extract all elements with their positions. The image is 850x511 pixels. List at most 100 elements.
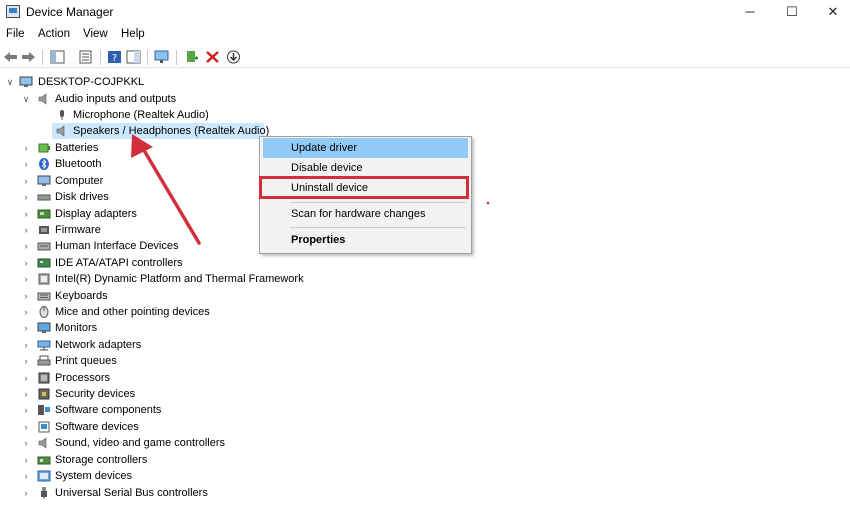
category-label: Mice and other pointing devices xyxy=(55,306,210,318)
device-label: Speakers / Headphones (Realtek Audio) xyxy=(73,125,270,137)
disk-drive-icon xyxy=(37,194,51,201)
chevron-right-icon[interactable]: › xyxy=(21,206,31,222)
category-label: Audio inputs and outputs xyxy=(55,93,177,105)
menu-help[interactable]: Help xyxy=(121,28,145,40)
chevron-right-icon[interactable]: › xyxy=(21,337,31,353)
category-label: Storage controllers xyxy=(55,454,148,466)
category-label: Sound, video and game controllers xyxy=(55,437,225,449)
monitor-icon xyxy=(37,175,51,186)
forward-arrow-icon[interactable] xyxy=(21,50,36,64)
printer-icon xyxy=(37,355,51,366)
category-label: Network adapters xyxy=(55,339,142,351)
speaker-icon xyxy=(56,125,65,137)
category-label: Intel(R) Dynamic Platform and Thermal Fr… xyxy=(55,273,304,285)
chevron-right-icon[interactable]: › xyxy=(21,238,31,254)
chevron-right-icon[interactable]: › xyxy=(21,255,31,271)
menu-bar: File Action View Help xyxy=(0,25,850,45)
mouse-icon xyxy=(39,306,49,318)
chevron-right-icon[interactable]: › xyxy=(21,419,31,435)
toolbar: ? xyxy=(0,46,850,68)
category-label: Universal Serial Bus controllers xyxy=(55,487,208,499)
category-label: Keyboards xyxy=(55,290,108,302)
chevron-right-icon[interactable]: › xyxy=(21,222,31,238)
menu-separator xyxy=(290,202,466,203)
menu-item-scan-hardware[interactable]: Scan for hardware changes xyxy=(263,204,468,224)
menu-item-disable-device[interactable]: Disable device xyxy=(263,158,468,178)
network-adapter-icon xyxy=(37,340,51,351)
microphone-icon xyxy=(60,110,64,120)
speaker-icon xyxy=(38,437,47,449)
chevron-right-icon[interactable]: › xyxy=(21,156,31,172)
category-label: Display adapters xyxy=(55,208,137,220)
category-label: Computer xyxy=(55,175,104,187)
toolbar-separator xyxy=(147,50,148,65)
minimize-button[interactable]: ─ xyxy=(727,0,773,24)
menu-file[interactable]: File xyxy=(6,28,25,40)
usb-icon xyxy=(41,487,47,499)
properties-sheet-icon[interactable] xyxy=(78,50,93,64)
uninstall-x-icon[interactable] xyxy=(205,50,220,64)
help-icon[interactable]: ? xyxy=(107,50,122,64)
battery-icon xyxy=(38,143,50,153)
category-label: Software devices xyxy=(55,421,139,433)
bluetooth-icon xyxy=(39,158,49,170)
chevron-right-icon[interactable]: › xyxy=(21,435,31,451)
storage-controller-icon xyxy=(37,456,51,465)
category-label: Batteries xyxy=(55,142,99,154)
menu-item-update-driver[interactable]: Update driver xyxy=(263,138,468,158)
processor-icon xyxy=(38,372,50,384)
category-label: Monitors xyxy=(55,322,98,334)
chevron-right-icon[interactable]: › xyxy=(21,288,31,304)
chevron-right-icon[interactable]: › xyxy=(21,468,31,484)
speaker-icon xyxy=(38,93,47,105)
chevron-right-icon[interactable]: › xyxy=(21,353,31,369)
back-arrow-icon[interactable] xyxy=(3,50,18,64)
menu-item-properties[interactable]: Properties xyxy=(263,230,468,250)
category-label: System devices xyxy=(55,470,133,482)
device-label: Microphone (Realtek Audio) xyxy=(73,109,209,121)
ide-controller-icon xyxy=(37,258,51,268)
toolbar-separator xyxy=(176,50,177,65)
chevron-right-icon[interactable]: › xyxy=(21,402,31,418)
monitor-icon xyxy=(37,322,51,333)
chevron-right-icon[interactable]: › xyxy=(21,271,31,287)
chevron-right-icon[interactable]: › xyxy=(21,370,31,386)
menu-view[interactable]: View xyxy=(83,28,108,40)
chevron-right-icon[interactable]: › xyxy=(21,485,31,501)
firmware-chip-icon xyxy=(39,226,49,234)
device-generic-icon xyxy=(38,273,50,285)
category-label: Print queues xyxy=(55,355,117,367)
software-component-icon xyxy=(38,405,50,415)
chevron-right-icon[interactable]: › xyxy=(21,386,31,402)
computer-icon xyxy=(19,76,33,87)
computer-name: DESKTOP-COJPKKL xyxy=(38,76,145,88)
window-title: Device Manager xyxy=(26,5,114,19)
chevron-right-icon[interactable]: › xyxy=(21,304,31,320)
category-label: Firmware xyxy=(55,224,101,236)
menu-action[interactable]: Action xyxy=(38,28,70,40)
annotation-highlight-box xyxy=(259,176,469,199)
scan-hardware-icon[interactable] xyxy=(154,50,169,64)
maximize-button[interactable]: ☐ xyxy=(769,0,815,24)
device-manager-icon xyxy=(6,5,20,18)
chevron-right-icon[interactable]: › xyxy=(21,173,31,189)
menu-separator xyxy=(290,227,466,228)
system-device-icon xyxy=(37,470,51,482)
title-bar: Device Manager ─ ☐ ✕ xyxy=(0,0,850,24)
category-label: Security devices xyxy=(55,388,136,400)
chevron-right-icon[interactable]: › xyxy=(21,140,31,156)
toolbar-separator xyxy=(100,50,101,65)
action-pane-icon[interactable] xyxy=(126,50,141,64)
update-driver-icon[interactable] xyxy=(226,50,241,64)
chevron-down-icon[interactable]: ∨ xyxy=(21,91,31,107)
show-hide-console-tree-icon[interactable] xyxy=(50,50,65,64)
close-button[interactable]: ✕ xyxy=(810,0,850,24)
chevron-right-icon[interactable]: › xyxy=(21,189,31,205)
category-label: Processors xyxy=(55,372,111,384)
chevron-right-icon[interactable]: › xyxy=(21,320,31,336)
add-driver-icon[interactable] xyxy=(184,50,199,64)
category-label: Bluetooth xyxy=(55,158,102,170)
chevron-down-icon[interactable]: ∨ xyxy=(5,74,15,90)
chevron-right-icon[interactable]: › xyxy=(21,452,31,468)
software-device-icon xyxy=(38,421,50,433)
